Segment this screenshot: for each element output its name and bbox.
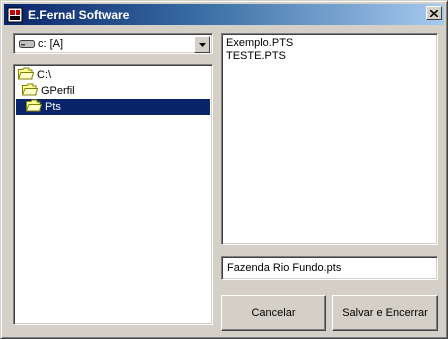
app-icon	[7, 7, 23, 23]
hard-drive-icon	[19, 39, 35, 52]
directory-item-pts[interactable]: Pts	[16, 99, 210, 115]
drive-select[interactable]: c: [A]	[13, 33, 213, 54]
close-icon	[430, 9, 438, 17]
open-folder-icon	[17, 67, 35, 83]
directory-label: GPerfil	[41, 85, 75, 97]
directory-list[interactable]: C:\ GPerfil Pts	[13, 64, 213, 325]
file-list[interactable]: Exemplo.PTS TESTE.PTS	[221, 33, 438, 245]
file-item[interactable]: Exemplo.PTS	[226, 37, 433, 50]
directory-label: C:\	[37, 69, 52, 81]
open-folder-icon	[21, 83, 39, 99]
directory-item-root[interactable]: C:\	[16, 67, 210, 83]
chevron-down-icon	[198, 42, 206, 47]
dialog-window: E.Fernal Software c: [A] C:\ GPerfil Pts…	[0, 0, 448, 339]
title-bar[interactable]: E.Fernal Software	[4, 4, 444, 25]
close-button[interactable]	[426, 6, 442, 20]
save-and-close-button[interactable]: Salvar e Encerrar	[332, 295, 438, 331]
open-folder-icon	[25, 99, 43, 115]
drive-select-value: c: [A]	[38, 38, 64, 50]
directory-label: Pts	[45, 101, 61, 113]
drive-dropdown-button[interactable]	[194, 36, 210, 53]
cancel-button[interactable]: Cancelar	[221, 295, 326, 331]
directory-item-gperfil[interactable]: GPerfil	[16, 83, 210, 99]
window-title: E.Fernal Software	[28, 7, 130, 22]
filename-field[interactable]	[221, 256, 438, 280]
file-item[interactable]: TESTE.PTS	[226, 50, 433, 63]
